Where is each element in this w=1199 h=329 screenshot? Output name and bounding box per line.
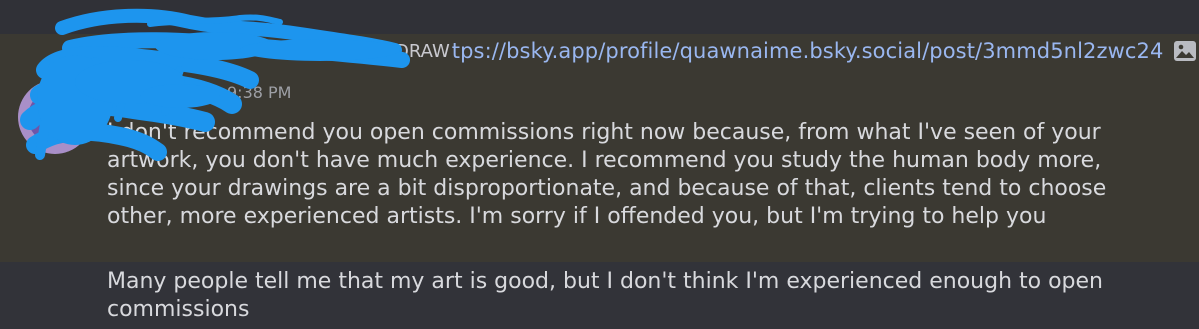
- reply-link[interactable]: tps://bsky.app/profile/quawnaime.bsky.so…: [452, 39, 1164, 63]
- message-line: other, more experienced artists. I'm sor…: [107, 204, 1047, 229]
- message-line: commissions: [107, 297, 250, 322]
- reply-preview[interactable]: DRAW tps://bsky.app/profile/quawnaime.bs…: [395, 37, 1197, 65]
- followup-message-content: Many people tell me that my art is good,…: [107, 268, 1103, 324]
- reply-username-partial: DRAW: [395, 40, 450, 62]
- image-icon: [1173, 40, 1197, 62]
- message-timestamp: 9:38 PM: [227, 83, 292, 102]
- message-line: I don't recommend you open commissions r…: [107, 120, 1101, 145]
- previous-message-area: [0, 0, 1199, 34]
- message-line: Many people tell me that my art is good,…: [107, 269, 1104, 294]
- highlighted-message-content: I don't recommend you open commissions r…: [107, 119, 1106, 231]
- avatar-image: [28, 90, 82, 144]
- avatar[interactable]: [18, 80, 92, 154]
- message-line: artwork, you don't have much experience.…: [107, 148, 1102, 173]
- message-line: since your drawings are a bit disproport…: [107, 176, 1107, 201]
